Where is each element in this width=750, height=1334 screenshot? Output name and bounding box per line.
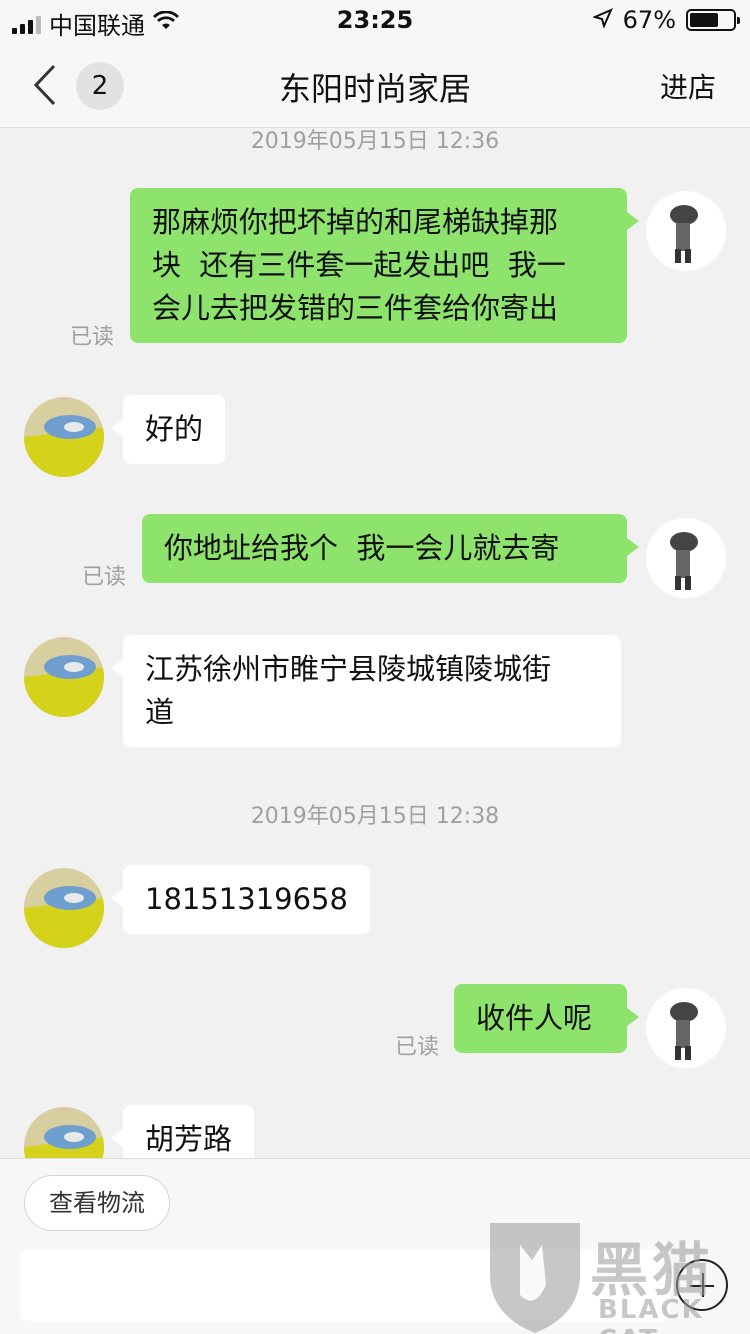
message-bubble-sent[interactable]: 那麻烦你把坏掉的和尾梯缺掉那 块 还有三件套一起发出吧 我一 会儿去把发错的三件… (130, 188, 639, 343)
shop-avatar[interactable] (24, 397, 104, 477)
location-arrow-icon (591, 6, 613, 34)
status-bar: 中国联通 23:25 67% (0, 0, 750, 42)
shop-avatar[interactable] (24, 1107, 104, 1158)
add-plus-icon[interactable] (676, 1259, 728, 1311)
nav-bar: 2 东阳时尚家居 进店 (0, 42, 750, 128)
message-line: 道 (145, 695, 175, 729)
read-receipt: 已读 (395, 1035, 440, 1060)
my-avatar[interactable] (646, 988, 726, 1068)
timestamp: 2019年05月15日 12:36 (250, 129, 500, 154)
battery-icon (686, 9, 740, 31)
message-line: 那麻烦你把坏掉的和尾梯缺掉那 (152, 205, 559, 239)
chat-area[interactable]: 2019年05月15日 12:36 已读 那麻烦你把坏掉的和尾梯缺掉那 块 还有… (0, 129, 750, 1158)
read-receipt: 已读 (82, 565, 127, 590)
message-bubble-received[interactable]: 胡芳路 (110, 1105, 255, 1158)
message-bubble-received[interactable]: 江苏徐州市睢宁县陵城镇陵城街 道 (111, 635, 621, 747)
message-line: 会儿去把发错的三件套给你寄出 (152, 291, 559, 325)
battery-percent: 67% (622, 6, 676, 34)
page-title: 东阳时尚家居 (278, 70, 471, 108)
timestamp: 2019年05月15日 12:38 (250, 804, 500, 829)
message-line: 块 还有三件套一起发出吧 我一 (152, 248, 566, 282)
message-input[interactable] (20, 1249, 670, 1321)
message-line: 江苏徐州市睢宁县陵城镇陵城街 (145, 652, 552, 686)
status-right: 67% (591, 6, 740, 34)
message-bubble-received[interactable]: 18151319658 (111, 865, 370, 934)
shop-avatar[interactable] (24, 637, 104, 717)
message-bubble-received[interactable]: 好的 (110, 395, 226, 464)
my-avatar[interactable] (646, 518, 726, 598)
message-bubble-sent[interactable]: 你地址给我个 我一会儿就去寄 (142, 514, 639, 583)
view-logistics-button[interactable]: 查看物流 (24, 1175, 170, 1231)
shop-avatar[interactable] (24, 868, 104, 948)
read-receipt: 已读 (70, 325, 115, 350)
my-avatar[interactable] (646, 191, 726, 271)
message-bubble-sent[interactable]: 收件人呢 (454, 984, 639, 1053)
enter-store-button[interactable]: 进店 (660, 66, 716, 106)
input-bar: 查看物流 (0, 1158, 750, 1334)
